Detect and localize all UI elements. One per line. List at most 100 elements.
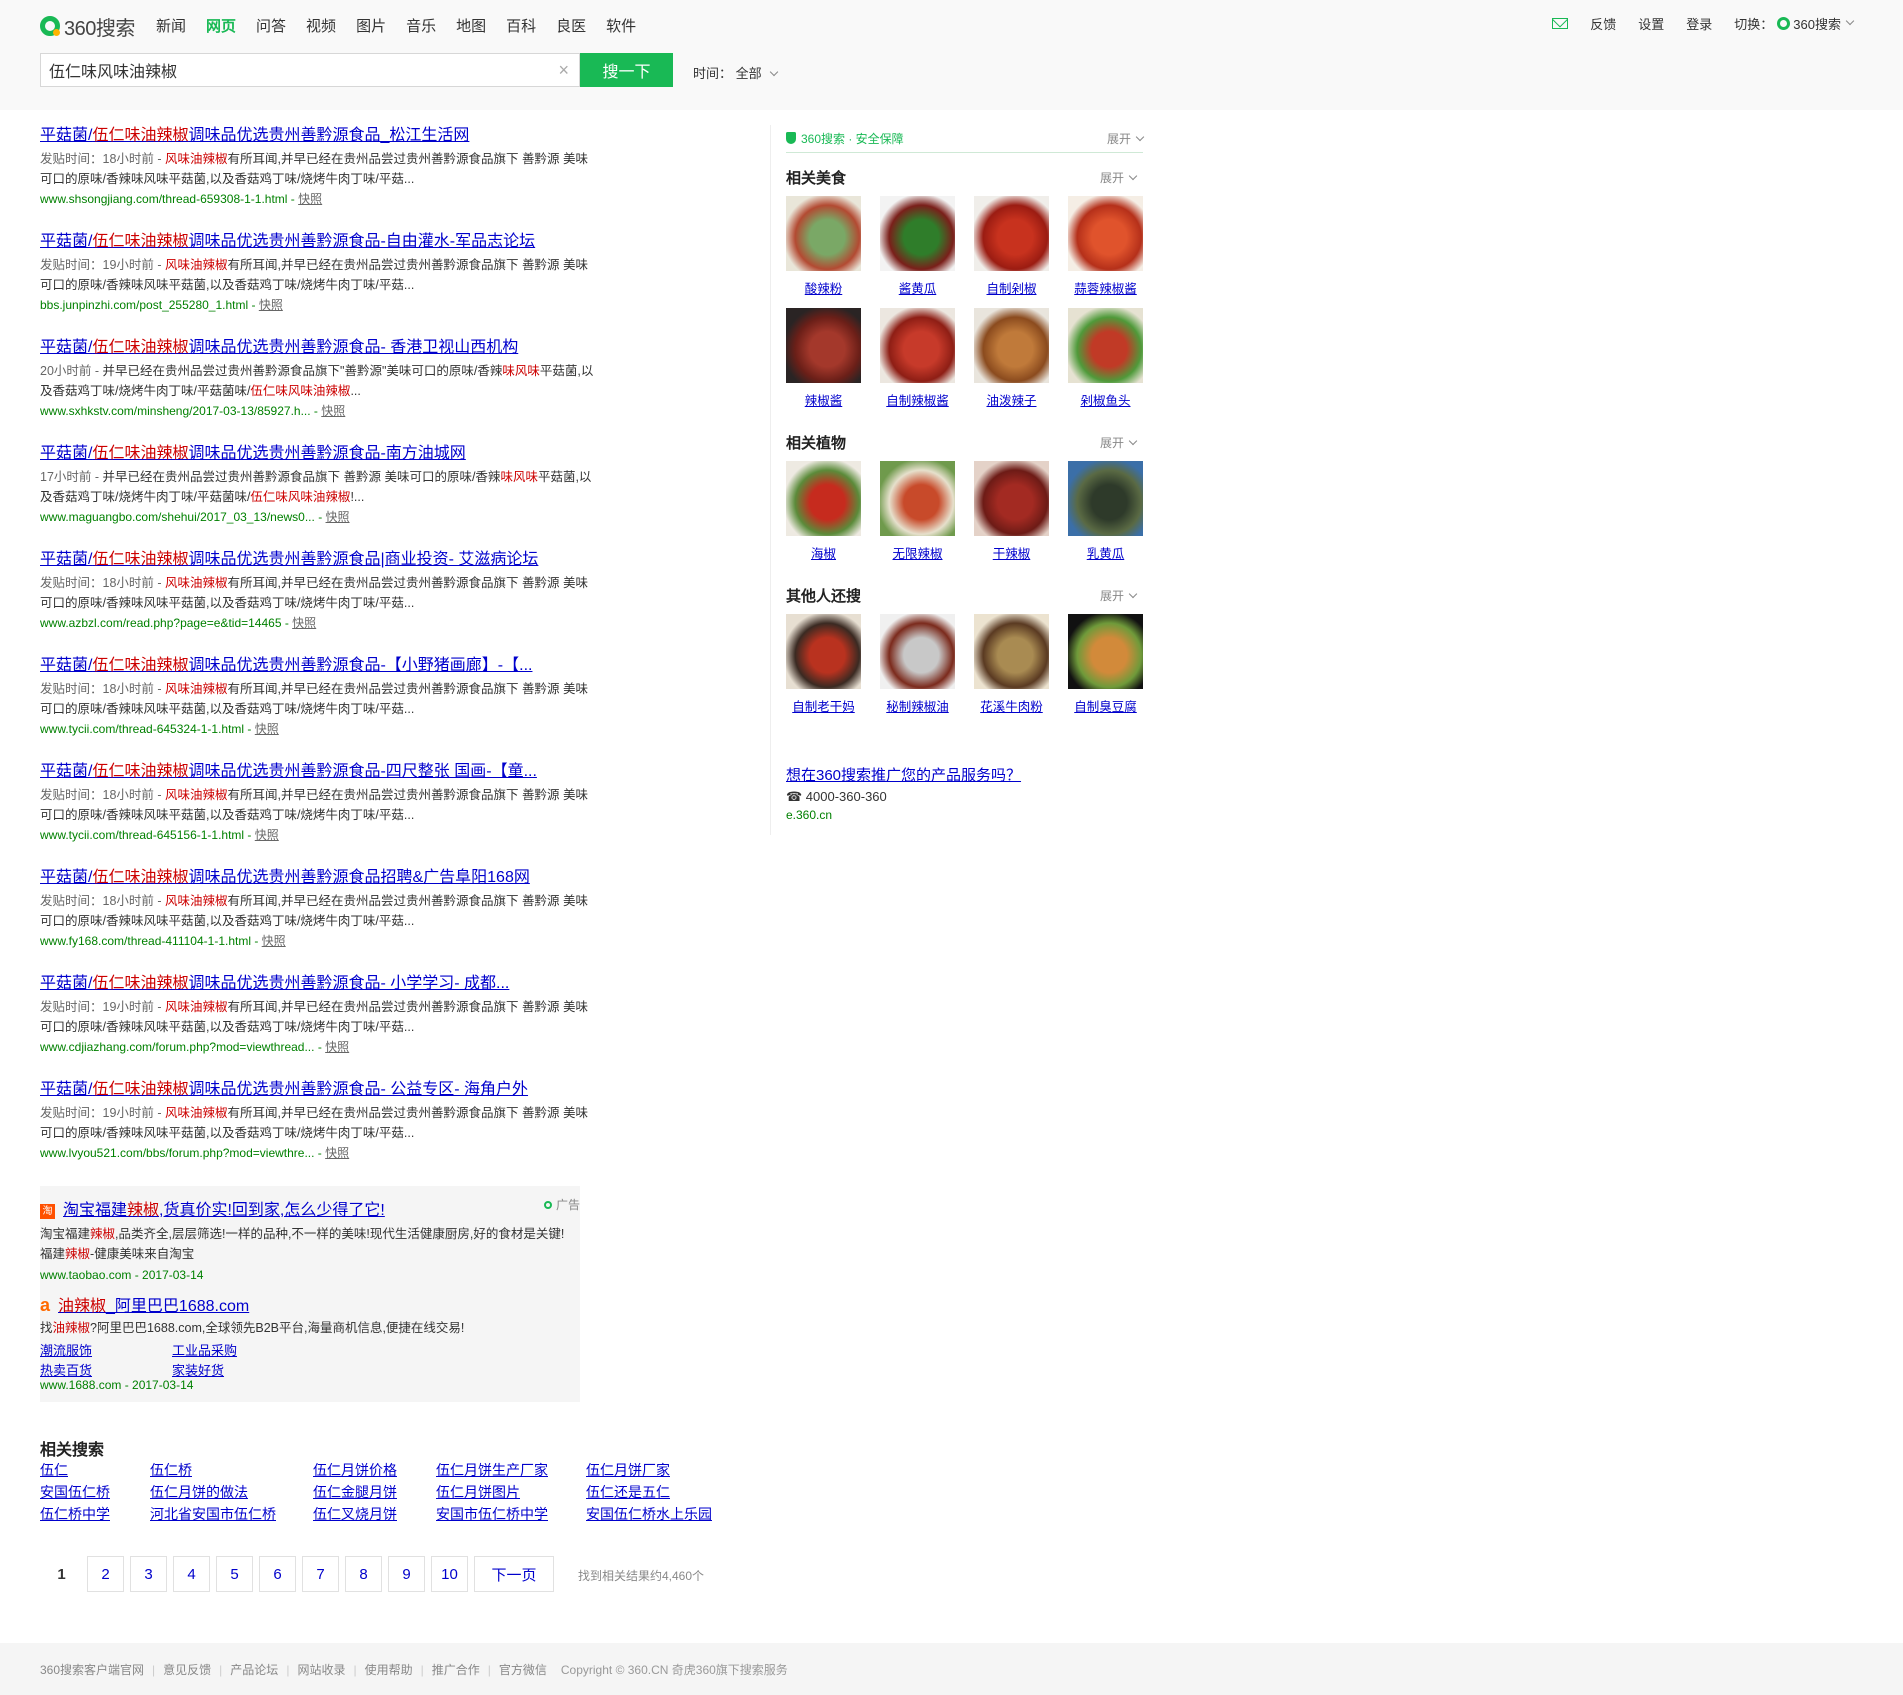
food-thumbnail[interactable] [1068, 614, 1143, 689]
food-thumbnail[interactable] [880, 308, 955, 383]
food-thumbnail[interactable] [786, 196, 861, 271]
related-link[interactable]: 安国伍仁桥水上乐园 [586, 1504, 712, 1524]
food-thumbnail-label[interactable]: 自制老干妈 [776, 696, 871, 715]
food-thumbnail[interactable] [974, 308, 1049, 383]
food-thumbnail[interactable] [880, 461, 955, 536]
nav-music[interactable]: 音乐 [406, 15, 436, 36]
result-title-link[interactable]: 平菇菌/伍仁味油辣椒调味品优选贵州善黔源食品_松江生活网 [40, 125, 600, 147]
side-section-expand[interactable]: 展开 [1100, 434, 1138, 451]
page-button[interactable]: 8 [345, 1556, 382, 1592]
related-link[interactable]: 安国伍仁桥 [40, 1482, 110, 1502]
nav-doctor[interactable]: 良医 [556, 15, 586, 36]
promo-link[interactable]: 想在360搜索推广您的产品服务吗？ [786, 764, 1021, 785]
related-link[interactable]: 伍仁月饼价格 [313, 1460, 397, 1480]
nav-web[interactable]: 网页 [206, 15, 236, 36]
snapshot-link[interactable]: 快照 [259, 298, 283, 312]
result-title-link[interactable]: 平菇菌/伍仁味油辣椒调味品优选贵州善黔源食品- 公益专区- 海角户外 [40, 1079, 600, 1101]
page-button[interactable]: 3 [130, 1556, 167, 1592]
related-link[interactable]: 伍仁 [40, 1460, 68, 1480]
result-title-link[interactable]: 平菇菌/伍仁味油辣椒调味品优选贵州善黔源食品- 香港卫视山西机构 [40, 337, 600, 359]
footer-link[interactable]: 意见反馈 [163, 1661, 211, 1678]
snapshot-link[interactable]: 快照 [326, 510, 350, 524]
food-thumbnail-label[interactable]: 辣椒酱 [776, 390, 871, 409]
food-thumbnail[interactable] [786, 308, 861, 383]
related-link[interactable]: 安国市伍仁桥中学 [436, 1504, 548, 1524]
page-button[interactable]: 7 [302, 1556, 339, 1592]
food-thumbnail-label[interactable]: 干辣椒 [964, 543, 1059, 562]
food-thumbnail-label[interactable]: 花溪牛肉粉 [964, 696, 1059, 715]
page-button[interactable]: 9 [388, 1556, 425, 1592]
nav-software[interactable]: 软件 [606, 15, 636, 36]
snapshot-link[interactable]: 快照 [321, 404, 345, 418]
time-filter[interactable]: 时间： 全部 [693, 63, 779, 82]
related-link[interactable]: 伍仁桥 [150, 1460, 192, 1480]
side-section-expand[interactable]: 展开 [1100, 587, 1138, 604]
search-input[interactable] [41, 54, 537, 86]
result-title-link[interactable]: 平菇菌/伍仁味油辣椒调味品优选贵州善黔源食品- 小学学习- 成都... [40, 973, 600, 995]
footer-link[interactable]: 产品论坛 [230, 1661, 278, 1678]
ad-title-link[interactable]: 淘宝福建辣椒,货真价实!回到家,怎么少得了它! [63, 1202, 385, 1219]
ad-sitelink[interactable]: 热卖百货 [40, 1360, 92, 1379]
ad-sitelink[interactable]: 家装好货 [172, 1360, 224, 1379]
food-thumbnail-label[interactable]: 蒜蓉辣椒酱 [1058, 278, 1153, 297]
feedback-link[interactable]: 反馈 [1590, 14, 1616, 33]
page-button[interactable]: 4 [173, 1556, 210, 1592]
food-thumbnail[interactable] [786, 614, 861, 689]
food-thumbnail-label[interactable]: 海椒 [776, 543, 871, 562]
result-title-link[interactable]: 平菇菌/伍仁味油辣椒调味品优选贵州善黔源食品-自由灌水-军品志论坛 [40, 231, 600, 253]
related-link[interactable]: 伍仁月饼生产厂家 [436, 1460, 548, 1480]
footer-link[interactable]: 官方微信 [499, 1661, 547, 1678]
food-thumbnail[interactable] [880, 614, 955, 689]
nav-qa[interactable]: 问答 [256, 15, 286, 36]
snapshot-link[interactable]: 快照 [292, 616, 316, 630]
nav-images[interactable]: 图片 [356, 15, 386, 36]
safety-expand[interactable]: 展开 [1107, 130, 1145, 147]
related-link[interactable]: 河北省安国市伍仁桥 [150, 1504, 276, 1524]
snapshot-link[interactable]: 快照 [325, 1146, 349, 1160]
ad-sitelink[interactable]: 工业品采购 [172, 1340, 237, 1359]
site-logo[interactable]: 360搜索 [40, 13, 135, 40]
page-button[interactable]: 5 [216, 1556, 253, 1592]
related-link[interactable]: 伍仁月饼厂家 [586, 1460, 670, 1480]
food-thumbnail[interactable] [1068, 196, 1143, 271]
food-thumbnail-label[interactable]: 秘制辣椒油 [870, 696, 965, 715]
snapshot-link[interactable]: 快照 [255, 722, 279, 736]
food-thumbnail[interactable] [1068, 461, 1143, 536]
search-button[interactable]: 搜一下 [580, 53, 673, 87]
food-thumbnail-label[interactable]: 酸辣粉 [776, 278, 871, 297]
side-section-expand[interactable]: 展开 [1100, 169, 1138, 186]
food-thumbnail-label[interactable]: 自制臭豆腐 [1058, 696, 1153, 715]
result-title-link[interactable]: 平菇菌/伍仁味油辣椒调味品优选贵州善黔源食品-【小野猪画廊】-【... [40, 655, 600, 677]
food-thumbnail-label[interactable]: 乳黄瓜 [1058, 543, 1153, 562]
related-link[interactable]: 伍仁月饼图片 [436, 1482, 520, 1502]
footer-link[interactable]: 网站收录 [297, 1661, 345, 1678]
nav-map[interactable]: 地图 [456, 15, 486, 36]
login-link[interactable]: 登录 [1686, 14, 1712, 33]
clear-icon[interactable]: × [558, 60, 569, 81]
result-title-link[interactable]: 平菇菌/伍仁味油辣椒调味品优选贵州善黔源食品-南方油城网 [40, 443, 600, 465]
food-thumbnail[interactable] [880, 196, 955, 271]
related-link[interactable]: 伍仁桥中学 [40, 1504, 110, 1524]
result-title-link[interactable]: 平菇菌/伍仁味油辣椒调味品优选贵州善黔源食品招聘&广告阜阳168网 [40, 867, 600, 889]
food-thumbnail-label[interactable]: 自制剁椒 [964, 278, 1059, 297]
engine-switch[interactable]: 切换： 360搜索 [1734, 14, 1855, 33]
food-thumbnail-label[interactable]: 剁椒鱼头 [1058, 390, 1153, 409]
nav-baike[interactable]: 百科 [506, 15, 536, 36]
food-thumbnail-label[interactable]: 自制辣椒酱 [870, 390, 965, 409]
page-button[interactable]: 10 [431, 1556, 468, 1592]
food-thumbnail[interactable] [974, 196, 1049, 271]
result-title-link[interactable]: 平菇菌/伍仁味油辣椒调味品优选贵州善黔源食品-四尺整张 国画-【童... [40, 761, 600, 783]
food-thumbnail-label[interactable]: 无限辣椒 [870, 543, 965, 562]
footer-link[interactable]: 使用帮助 [365, 1661, 413, 1678]
food-thumbnail-label[interactable]: 油泼辣子 [964, 390, 1059, 409]
page-button[interactable]: 6 [259, 1556, 296, 1592]
related-link[interactable]: 伍仁叉烧月饼 [313, 1504, 397, 1524]
food-thumbnail[interactable] [1068, 308, 1143, 383]
nav-video[interactable]: 视频 [306, 15, 336, 36]
related-link[interactable]: 伍仁金腿月饼 [313, 1482, 397, 1502]
food-thumbnail[interactable] [974, 614, 1049, 689]
ad-sitelink[interactable]: 潮流服饰 [40, 1340, 92, 1359]
next-page-button[interactable]: 下一页 [474, 1556, 554, 1592]
footer-link[interactable]: 360搜索客户端官网 [40, 1661, 144, 1678]
related-link[interactable]: 伍仁还是五仁 [586, 1482, 670, 1502]
